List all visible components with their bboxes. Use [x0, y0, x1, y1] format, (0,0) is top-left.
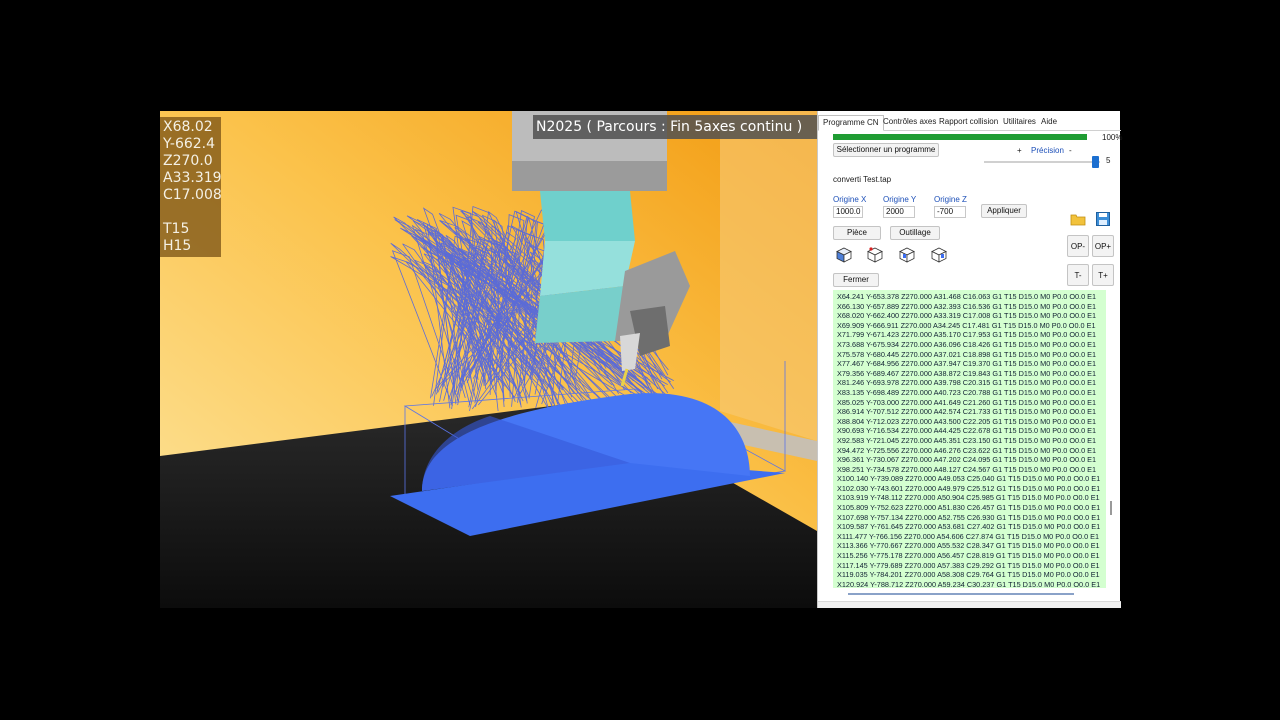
open-folder-button[interactable] — [1067, 208, 1089, 230]
nc-code-line[interactable]: X113.366 Y-770.667 Z270.000 A55.532 C28.… — [833, 541, 1106, 551]
program-name: converti Test.tap — [833, 175, 892, 184]
precision-value: 5 — [1106, 156, 1111, 165]
nc-code-line[interactable]: X69.909 Y-666.911 Z270.000 A34.245 C17.4… — [833, 321, 1106, 331]
precision-label: Précision — [1031, 146, 1064, 155]
origin-x-field[interactable]: 1000.0 — [833, 206, 863, 218]
nc-code-line[interactable]: X120.924 Y-788.712 Z270.000 A59.234 C30.… — [833, 580, 1106, 588]
view-cube-button-3[interactable] — [896, 244, 918, 266]
piece-button[interactable]: Pièce — [833, 226, 881, 240]
coord-a: A33.319 — [163, 170, 222, 186]
nc-code-line[interactable]: X75.578 Y-680.445 Z270.000 A37.021 C18.8… — [833, 350, 1106, 360]
tab-controles-axes[interactable]: Contrôles axes — [879, 115, 940, 131]
nc-code-line[interactable]: X105.809 Y-752.623 Z270.000 A51.830 C26.… — [833, 503, 1106, 513]
nc-code-line[interactable]: X117.145 Y-779.689 Z270.000 A57.383 C29.… — [833, 561, 1106, 571]
nc-code-line[interactable]: X119.035 Y-784.201 Z270.000 A58.308 C29.… — [833, 570, 1106, 580]
nc-code-line[interactable]: X102.030 Y-743.601 Z270.000 A49.979 C25.… — [833, 484, 1106, 494]
nc-code-line[interactable]: X66.130 Y-657.889 Z270.000 A32.393 C16.5… — [833, 302, 1106, 312]
view-cube-button-1[interactable] — [833, 244, 855, 266]
panel-bottom-bar — [818, 601, 1121, 608]
tooling-button[interactable]: Outillage — [890, 226, 940, 240]
view-cube-icon-2 — [867, 247, 883, 263]
nc-code-line[interactable]: X90.693 Y-716.534 Z270.000 A44.425 C22.6… — [833, 426, 1106, 436]
progress-fill — [833, 134, 1087, 140]
nc-code-line[interactable]: X83.135 Y-698.489 Z270.000 A40.723 C20.7… — [833, 388, 1106, 398]
nc-code-line[interactable]: X103.919 Y-748.112 Z270.000 A50.904 C25.… — [833, 493, 1106, 503]
nc-code-line[interactable]: X64.241 Y-653.378 Z270.000 A31.468 C16.0… — [833, 292, 1106, 302]
code-scrollbar-horizontal[interactable] — [848, 593, 1074, 595]
view-cube-icon-1 — [836, 247, 852, 263]
close-button[interactable]: Fermer — [833, 273, 879, 287]
machine-scene — [160, 111, 817, 608]
op-plus-button[interactable]: OP+ — [1092, 235, 1114, 257]
view-cube-icon-3 — [899, 247, 915, 263]
t-minus-button[interactable]: T- — [1067, 264, 1089, 286]
nc-code-line[interactable]: X109.587 Y-761.645 Z270.000 A53.681 C27.… — [833, 522, 1106, 532]
origin-x-label: Origine X — [833, 195, 867, 204]
view-cube-button-2[interactable] — [864, 244, 886, 266]
nc-code-line[interactable]: X73.688 Y-675.934 Z270.000 A36.096 C18.4… — [833, 340, 1106, 350]
origin-y-label: Origine Y — [883, 195, 917, 204]
nc-code-line[interactable]: X85.025 Y-703.000 Z270.000 A41.649 C21.2… — [833, 398, 1106, 408]
right-wall — [720, 111, 817, 441]
precision-minus[interactable]: - — [1069, 146, 1072, 155]
nc-code-line[interactable]: X98.251 Y-734.578 Z270.000 A48.127 C24.5… — [833, 465, 1106, 475]
nc-code-line[interactable]: X81.246 Y-693.978 Z270.000 A39.798 C20.3… — [833, 378, 1106, 388]
view-cube-icon-4 — [931, 247, 947, 263]
nc-code-line[interactable]: X79.356 Y-689.467 Z270.000 A38.872 C19.8… — [833, 369, 1106, 379]
nc-code-line[interactable]: X96.361 Y-730.067 Z270.000 A47.202 C24.0… — [833, 455, 1106, 465]
head-teal-top — [540, 191, 635, 241]
nc-code-line[interactable]: X107.698 Y-757.134 Z270.000 A52.755 C26.… — [833, 513, 1106, 523]
coord-t: T15 — [163, 221, 190, 237]
nc-code-line[interactable]: X88.804 Y-712.023 Z270.000 A43.500 C22.2… — [833, 417, 1106, 427]
nc-code-line[interactable]: X100.140 Y-739.089 Z270.000 A49.053 C25.… — [833, 474, 1106, 484]
tab-programme-cn[interactable]: Programme CN — [818, 115, 884, 131]
progress-bar — [833, 134, 1087, 140]
precision-slider-thumb[interactable] — [1092, 156, 1099, 168]
coord-z: Z270.0 — [163, 153, 213, 169]
origin-z-field[interactable]: -700 — [934, 206, 966, 218]
origin-y-field[interactable]: 2000 — [883, 206, 915, 218]
current-block: N2025 ( Parcours : Fin 5axes continu ) — [533, 115, 817, 139]
nc-code-line[interactable]: X77.467 Y-684.956 Z270.000 A37.947 C19.3… — [833, 359, 1106, 369]
precision-plus[interactable]: + — [1017, 146, 1022, 155]
apply-button[interactable]: Appliquer — [981, 204, 1027, 218]
coord-c: C17.008 — [163, 187, 222, 203]
save-icon — [1096, 212, 1110, 226]
nc-code-line[interactable]: X92.583 Y-721.045 Z270.000 A45.351 C23.1… — [833, 436, 1106, 446]
coord-y: Y-662.4 — [163, 136, 216, 152]
nc-code-line[interactable]: X68.020 Y-662.400 Z270.000 A33.319 C17.0… — [833, 311, 1106, 321]
nc-code-line[interactable]: X115.256 Y-775.178 Z270.000 A56.457 C28.… — [833, 551, 1106, 561]
tab-aide[interactable]: Aide — [1037, 115, 1061, 131]
control-panel: Programme CN Contrôles axes Rapport coll… — [817, 111, 1123, 608]
origin-z-label: Origine Z — [934, 195, 967, 204]
select-program-button[interactable]: Sélectionner un programme — [833, 143, 939, 157]
save-button[interactable] — [1092, 208, 1114, 230]
coord-h: H15 — [163, 238, 192, 254]
progress-label: 100% — [1102, 133, 1123, 142]
nc-code-line[interactable]: X71.799 Y-671.423 Z270.000 A35.170 C17.9… — [833, 330, 1106, 340]
nc-code-line[interactable]: X86.914 Y-707.512 Z270.000 A42.574 C21.7… — [833, 407, 1106, 417]
code-scrollbar-vertical[interactable] — [1110, 501, 1112, 515]
nc-code-line[interactable]: X111.477 Y-766.156 Z270.000 A54.606 C27.… — [833, 532, 1106, 542]
nc-code-list[interactable]: X64.241 Y-653.378 Z270.000 A31.468 C16.0… — [833, 290, 1106, 588]
tab-utilitaires[interactable]: Utilitaires — [999, 115, 1040, 131]
view-cube-button-4[interactable] — [928, 244, 950, 266]
folder-icon — [1070, 214, 1086, 226]
t-plus-button[interactable]: T+ — [1092, 264, 1114, 286]
simulation-viewport[interactable]: X68.02 Y-662.4 Z270.0 A33.319 C17.008 T1… — [160, 111, 817, 608]
nc-code-line[interactable]: X94.472 Y-725.556 Z270.000 A46.276 C23.6… — [833, 446, 1106, 456]
coordinate-readout: X68.02 Y-662.4 Z270.0 A33.319 C17.008 T1… — [160, 117, 222, 257]
coord-x: X68.02 — [163, 119, 213, 135]
op-minus-button[interactable]: OP- — [1067, 235, 1089, 257]
tab-rapport-collision[interactable]: Rapport collision — [935, 115, 1002, 131]
tab-bar: Programme CN Contrôles axes Rapport coll… — [818, 115, 1121, 131]
precision-slider-track[interactable] — [984, 161, 1100, 163]
